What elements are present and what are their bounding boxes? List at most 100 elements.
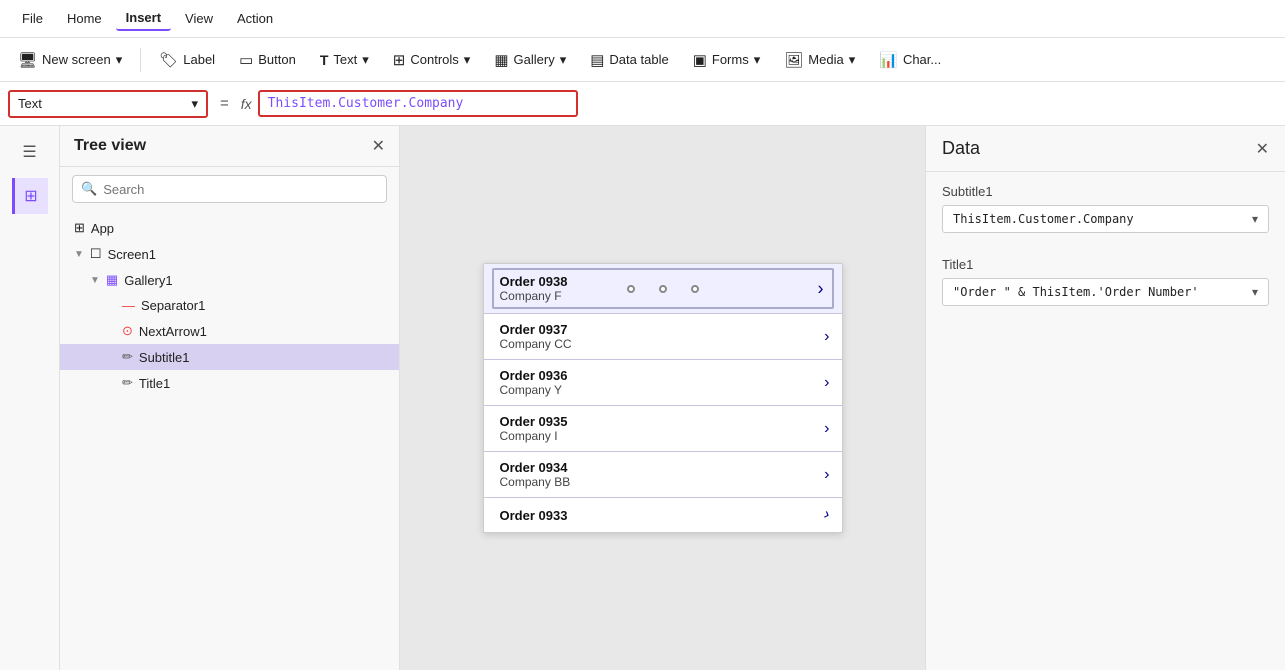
forms-btn-label: Forms	[712, 52, 749, 67]
equals-sign: =	[214, 95, 235, 112]
arrow-icon-2: ›	[824, 374, 829, 392]
gallery1-label: Gallery1	[124, 273, 172, 288]
datatable-button[interactable]: ▤ Data table	[580, 47, 678, 73]
app-preview: › Order 0938 Company F Order 0937 Compan…	[483, 263, 843, 533]
screen1-expand-icon: ▼	[74, 249, 84, 260]
arrow-icon-3: ›	[824, 420, 829, 438]
gallery-item-title-3: Order 0935	[500, 414, 817, 429]
tree-item-title1[interactable]: ✏ Title1	[60, 370, 399, 396]
search-input[interactable]	[103, 182, 378, 197]
subtitle1-label: Subtitle1	[139, 350, 190, 365]
title-chevron-icon: ▾	[1252, 285, 1258, 299]
property-dropdown-value: Text	[18, 96, 42, 111]
menu-view[interactable]: View	[175, 7, 223, 30]
data-panel: Data ✕ Subtitle1 ThisItem.Customer.Compa…	[925, 126, 1285, 670]
gallery1-expand-icon: ▼	[90, 275, 100, 286]
gallery-item-text-1: Order 0937 Company CC	[500, 322, 817, 351]
data-header: Data ✕	[926, 126, 1285, 172]
new-screen-button[interactable]: 🖥 New screen ▾	[8, 47, 132, 73]
label-button[interactable]: 🏷 Label	[149, 47, 225, 73]
tree-item-gallery1[interactable]: ▼ ▦ Gallery1	[60, 267, 399, 293]
tree-close-button[interactable]: ✕	[372, 136, 385, 156]
gallery-icon: ▦	[494, 51, 508, 69]
gallery-item-subtitle-2: Company Y	[500, 383, 817, 397]
menu-action[interactable]: Action	[227, 7, 283, 30]
gallery-item-0[interactable]: › Order 0938 Company F	[484, 264, 842, 314]
datatable-btn-label: Data table	[609, 52, 668, 67]
controls-button[interactable]: ⊞ Controls ▾	[383, 47, 481, 73]
tree-item-app[interactable]: ⊞ App	[60, 215, 399, 241]
gallery-item-title-5: Order 0933	[500, 508, 817, 523]
title-field-label: Title1	[942, 257, 1269, 272]
gallery-item-text-4: Order 0934 Company BB	[500, 460, 817, 489]
gallery-item-3[interactable]: Order 0935 Company I ›	[484, 406, 842, 452]
media-icon: 🖼	[784, 51, 803, 69]
text-button[interactable]: T Text ▾	[310, 48, 379, 72]
chevron-down-icon: ▾	[116, 52, 123, 68]
gallery-item-text-0: Order 0938 Company F	[500, 274, 802, 303]
gallery-chevron-icon: ▾	[560, 52, 567, 68]
gallery-item-title-0: Order 0938	[500, 274, 802, 289]
controls-icon: ⊞	[393, 51, 406, 69]
fx-indicator: fx	[241, 96, 252, 112]
data-panel-close-button[interactable]: ✕	[1256, 139, 1269, 159]
tree-item-separator1[interactable]: — Separator1	[60, 293, 399, 318]
charts-icon: 📊	[879, 51, 898, 69]
screen1-label: Screen1	[108, 247, 156, 262]
tree-panel: Tree view ✕ 🔍 ⊞ App ▼ ☐ Screen1 ▼ ▦ Gall	[60, 126, 400, 670]
arrow-icon-selected: ›	[818, 278, 824, 299]
formula-bar: Text ▾ = fx ThisItem.Customer.Company	[0, 82, 1285, 126]
gallery-list: › Order 0938 Company F Order 0937 Compan…	[484, 264, 842, 532]
arrow-icon-5: ›	[821, 506, 832, 525]
toolbar: 🖥 New screen ▾ 🏷 Label ▭ Button T Text ▾…	[0, 38, 1285, 82]
button-icon: ▭	[239, 51, 253, 69]
subtitle-dropdown[interactable]: ThisItem.Customer.Company ▾	[942, 205, 1269, 233]
separator1-icon: —	[122, 298, 135, 313]
menu-file[interactable]: File	[12, 7, 53, 30]
menu-bar: File Home Insert View Action	[0, 0, 1285, 38]
property-dropdown[interactable]: Text ▾	[8, 90, 208, 118]
media-btn-label: Media	[808, 52, 843, 67]
tree-item-subtitle1[interactable]: ✏ Subtitle1	[60, 344, 399, 370]
gallery1-icon: ▦	[106, 272, 118, 288]
text-btn-label: Text	[333, 52, 357, 67]
button-btn-label: Button	[258, 52, 296, 67]
gallery-item-2[interactable]: Order 0936 Company Y ›	[484, 360, 842, 406]
media-chevron-icon: ▾	[849, 52, 856, 68]
label-icon: 🏷	[159, 51, 178, 69]
forms-button[interactable]: ▣ Forms ▾	[683, 47, 771, 73]
tree-item-screen1[interactable]: ▼ ☐ Screen1	[60, 241, 399, 267]
menu-insert[interactable]: Insert	[116, 6, 171, 31]
menu-home[interactable]: Home	[57, 7, 112, 30]
forms-icon: ▣	[693, 51, 707, 69]
main-content: ☰ ⊞ Tree view ✕ 🔍 ⊞ App ▼ ☐ Screen1	[0, 126, 1285, 670]
gallery-item-text-5: Order 0933	[500, 508, 817, 523]
datatable-icon: ▤	[590, 51, 604, 69]
gallery-item-4[interactable]: Order 0934 Company BB ›	[484, 452, 842, 498]
sidebar-layers-icon[interactable]: ⊞	[12, 178, 48, 214]
sidebar-menu-icon[interactable]: ☰	[12, 134, 48, 170]
tree-item-nextarrow1[interactable]: ⊙ NextArrow1	[60, 318, 399, 344]
text-icon: T	[320, 52, 329, 68]
gallery-item-1[interactable]: Order 0937 Company CC ›	[484, 314, 842, 360]
search-box: 🔍	[72, 175, 387, 203]
controls-btn-label: Controls	[410, 52, 458, 67]
gallery-item-5[interactable]: Order 0933 ›	[484, 498, 842, 532]
gallery-item-subtitle-1: Company CC	[500, 337, 817, 351]
subtitle-dropdown-value: ThisItem.Customer.Company	[953, 212, 1134, 226]
tree-title: Tree view	[74, 137, 146, 155]
button-button[interactable]: ▭ Button	[229, 47, 306, 73]
nextarrow1-label: NextArrow1	[139, 324, 207, 339]
media-button[interactable]: 🖼 Media ▾	[774, 47, 865, 73]
app-label: App	[91, 221, 114, 236]
gallery-button[interactable]: ▦ Gallery ▾	[484, 47, 576, 73]
screen1-icon: ☐	[90, 246, 102, 262]
new-screen-label: New screen	[42, 52, 111, 67]
controls-chevron-icon: ▾	[464, 52, 471, 68]
charts-button[interactable]: 📊 Char...	[869, 47, 951, 73]
fx-icon: fx	[241, 96, 252, 112]
title-dropdown[interactable]: "Order " & ThisItem.'Order Number' ▾	[942, 278, 1269, 306]
formula-input[interactable]: ThisItem.Customer.Company	[258, 90, 578, 117]
toolbar-divider	[140, 48, 141, 72]
label-btn-label: Label	[183, 52, 215, 67]
